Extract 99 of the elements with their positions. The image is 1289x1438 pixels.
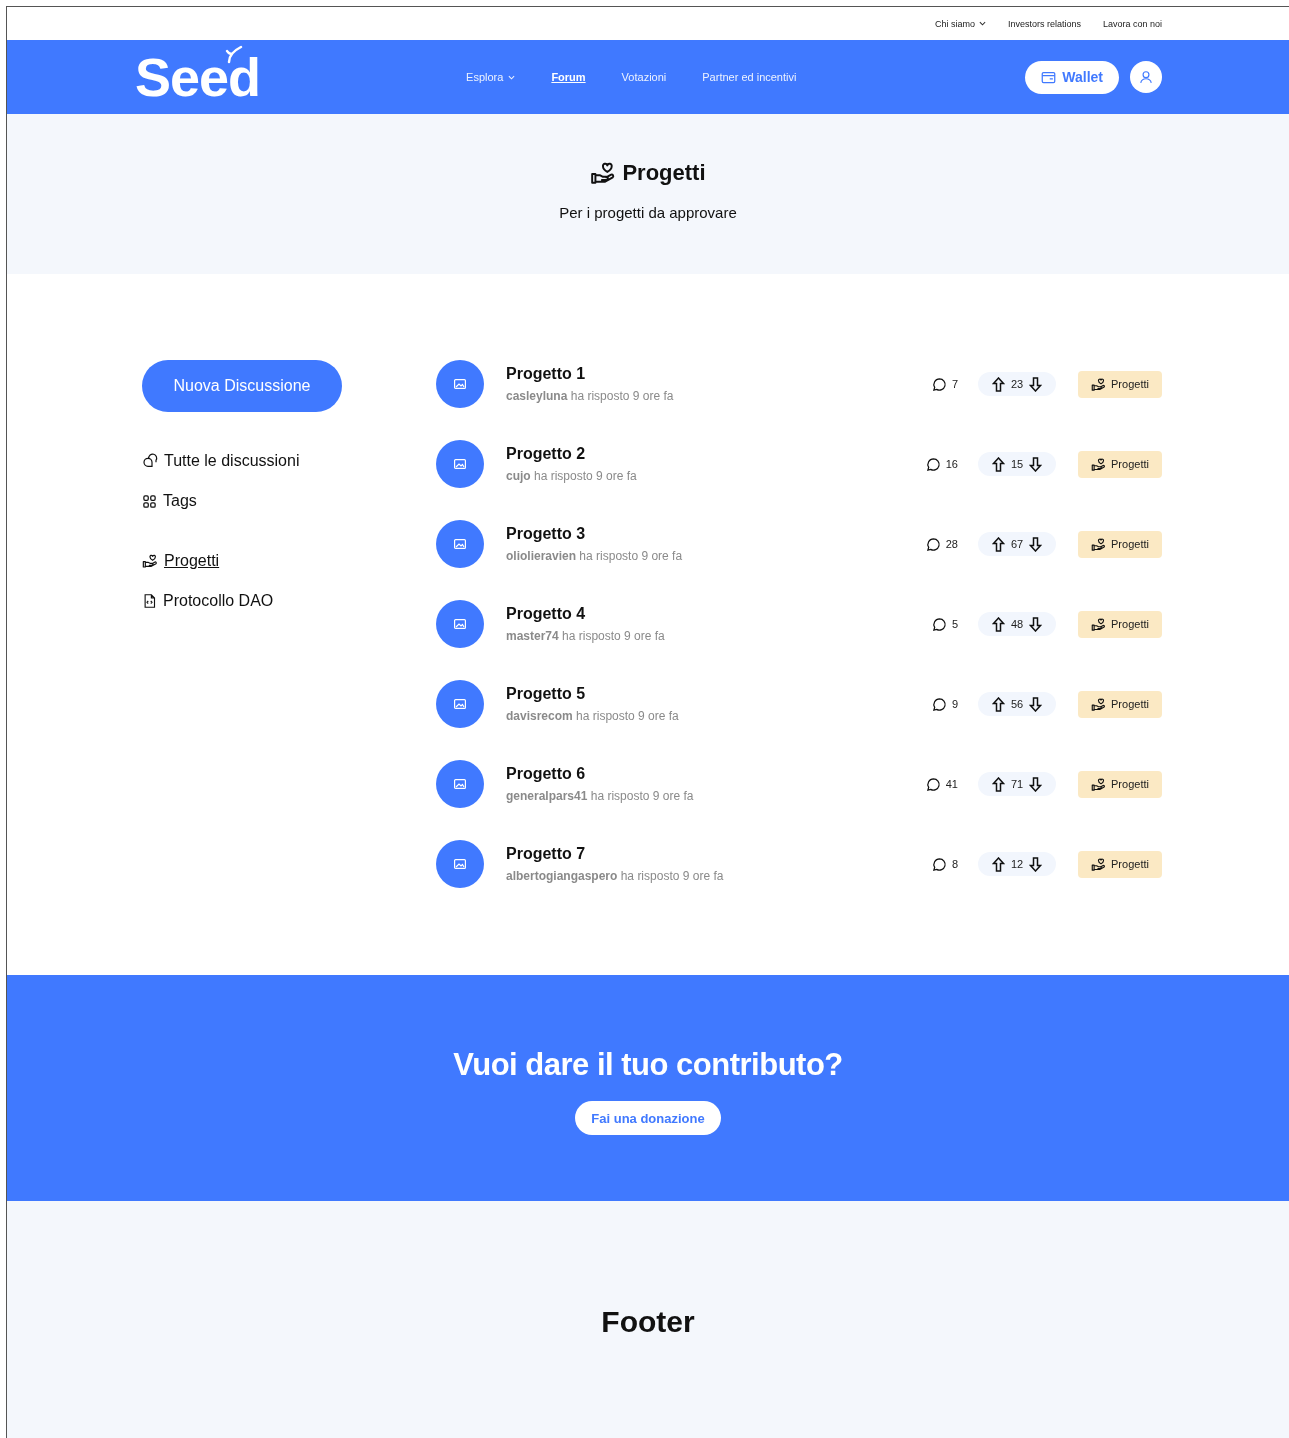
thread-meta: davisrecom ha risposto 9 ore fa bbox=[506, 709, 679, 723]
hand-heart-icon bbox=[1091, 776, 1107, 792]
comment-icon bbox=[931, 376, 947, 392]
top-link[interactable]: Lavora con noi bbox=[1102, 18, 1162, 29]
thread-meta: oliolieravien ha risposto 9 ore fa bbox=[506, 549, 683, 563]
comment-icon bbox=[925, 536, 941, 552]
thread-title[interactable]: Progetto 2 bbox=[506, 445, 637, 463]
hand-heart-icon bbox=[1091, 616, 1107, 632]
hand-heart-icon bbox=[1091, 856, 1107, 872]
image-icon bbox=[454, 459, 466, 469]
comment-count: 41 bbox=[945, 778, 958, 790]
comment-count: 28 bbox=[945, 538, 958, 550]
thread-meta: master74 ha risposto 9 ore fa bbox=[506, 629, 665, 643]
downvote-button[interactable] bbox=[1029, 456, 1043, 472]
sidebar-item[interactable]: Tutte le discussioni bbox=[142, 452, 436, 470]
comment-count: 16 bbox=[945, 458, 958, 470]
thread-meta: cujo ha risposto 9 ore fa bbox=[506, 469, 637, 483]
comment-count: 5 bbox=[951, 618, 958, 630]
user-button[interactable] bbox=[1130, 61, 1162, 93]
cta-title: Vuoi dare il tuo contributo? bbox=[453, 1047, 843, 1083]
sidebar-item[interactable]: Tags bbox=[142, 492, 436, 510]
comment-icon bbox=[931, 696, 947, 712]
vote-count: 48 bbox=[1010, 618, 1024, 630]
sidebar-item[interactable]: Progetti bbox=[142, 552, 436, 570]
category-tag[interactable]: Progetti bbox=[1078, 370, 1162, 398]
wallet-button[interactable]: Wallet bbox=[1025, 60, 1119, 94]
new-discussion-button[interactable]: Nuova Discussione bbox=[142, 360, 342, 412]
hand-heart-icon bbox=[1091, 696, 1107, 712]
hand-heart-icon bbox=[1091, 536, 1107, 552]
vote-count: 67 bbox=[1010, 538, 1024, 550]
hand-heart-icon bbox=[1091, 376, 1107, 392]
vote-count: 56 bbox=[1010, 698, 1024, 710]
upvote-button[interactable] bbox=[991, 456, 1005, 472]
page-subtitle: Per i progetti da approvare bbox=[559, 204, 737, 221]
thread-title[interactable]: Progetto 6 bbox=[506, 765, 694, 783]
nav-link[interactable]: Votazioni bbox=[621, 71, 667, 83]
grid-icon bbox=[142, 493, 157, 509]
chevron-down-icon bbox=[978, 21, 986, 26]
vote-count: 71 bbox=[1010, 778, 1024, 790]
top-link[interactable]: Chi siamo bbox=[934, 18, 986, 29]
image-icon bbox=[454, 699, 466, 709]
vote-count: 12 bbox=[1010, 858, 1024, 870]
nav-link[interactable]: Forum bbox=[551, 71, 586, 83]
code-file-icon bbox=[142, 593, 157, 609]
hand-heart-icon bbox=[590, 160, 617, 186]
comment-icon bbox=[925, 456, 941, 472]
user-icon bbox=[1139, 70, 1153, 84]
thread-title[interactable]: Progetto 7 bbox=[506, 845, 724, 863]
category-tag[interactable]: Progetti bbox=[1078, 690, 1162, 718]
donate-button[interactable]: Fai una donazione bbox=[575, 1101, 721, 1135]
category-tag[interactable]: Progetti bbox=[1078, 530, 1162, 558]
thread-title[interactable]: Progetto 3 bbox=[506, 525, 683, 543]
top-link[interactable]: Investors relations bbox=[1007, 18, 1081, 29]
thread-title[interactable]: Progetto 1 bbox=[506, 365, 674, 383]
thread-title[interactable]: Progetto 5 bbox=[506, 685, 679, 703]
image-icon bbox=[454, 859, 466, 869]
thread-meta: albertogiangaspero ha risposto 9 ore fa bbox=[506, 869, 724, 883]
comment-count: 8 bbox=[951, 858, 958, 870]
downvote-button[interactable] bbox=[1029, 856, 1043, 872]
upvote-button[interactable] bbox=[991, 776, 1005, 792]
upvote-button[interactable] bbox=[991, 376, 1005, 392]
hand-heart-icon bbox=[142, 553, 158, 569]
page-title: Progetti bbox=[622, 160, 706, 186]
image-icon bbox=[454, 379, 466, 389]
downvote-button[interactable] bbox=[1029, 696, 1043, 712]
downvote-button[interactable] bbox=[1029, 536, 1043, 552]
sidebar-item[interactable]: Protocollo DAO bbox=[142, 592, 436, 610]
category-tag[interactable]: Progetti bbox=[1078, 450, 1162, 478]
downvote-button[interactable] bbox=[1029, 776, 1043, 792]
vote-count: 23 bbox=[1010, 378, 1024, 390]
vote-count: 15 bbox=[1010, 458, 1024, 470]
upvote-button[interactable] bbox=[991, 536, 1005, 552]
upvote-button[interactable] bbox=[991, 616, 1005, 632]
comment-count: 9 bbox=[951, 698, 958, 710]
downvote-button[interactable] bbox=[1029, 376, 1043, 392]
nav-link[interactable]: Esplora bbox=[466, 71, 516, 83]
thread-meta: casleyluna ha risposto 9 ore fa bbox=[506, 389, 674, 403]
wallet-icon bbox=[1041, 70, 1057, 84]
nav-link[interactable]: Partner ed incentivi bbox=[702, 71, 797, 83]
footer-title: Footer bbox=[601, 1305, 695, 1340]
image-icon bbox=[454, 619, 466, 629]
comment-icon bbox=[931, 616, 947, 632]
thread-title[interactable]: Progetto 4 bbox=[506, 605, 665, 623]
category-tag[interactable]: Progetti bbox=[1078, 610, 1162, 638]
hand-heart-icon bbox=[1091, 456, 1107, 472]
chat-bubbles-icon bbox=[142, 453, 158, 469]
image-icon bbox=[454, 539, 466, 549]
downvote-button[interactable] bbox=[1029, 616, 1043, 632]
chevron-down-icon bbox=[508, 74, 516, 80]
logo[interactable]: Seed bbox=[135, 50, 261, 104]
comment-icon bbox=[925, 776, 941, 792]
image-icon bbox=[454, 779, 466, 789]
thread-meta: generalpars41 ha risposto 9 ore fa bbox=[506, 789, 694, 803]
category-tag[interactable]: Progetti bbox=[1078, 770, 1162, 798]
comment-count: 7 bbox=[951, 378, 958, 390]
upvote-button[interactable] bbox=[991, 696, 1005, 712]
category-tag[interactable]: Progetti bbox=[1078, 850, 1162, 878]
upvote-button[interactable] bbox=[991, 856, 1005, 872]
comment-icon bbox=[931, 856, 947, 872]
